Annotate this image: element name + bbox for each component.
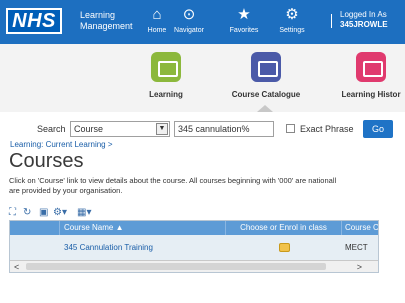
go-button[interactable]: Go [363,120,393,138]
export-icon[interactable]: ▣ [39,207,48,219]
nav-settings-label: Settings [279,27,305,34]
springboard-learning[interactable]: Learning [146,52,186,99]
nav-favorites-button[interactable]: ★ Favorites [218,4,270,42]
star-icon: ★ [237,6,251,23]
refresh-icon[interactable]: ↻ [23,207,31,219]
exact-phrase-label: Exact Phrase [300,124,354,134]
search-input[interactable] [174,121,274,137]
selected-caret-icon [257,105,273,112]
enrol-icon[interactable] [278,243,290,253]
page: NHS Learning Management ⌂ Home ⊙ Navigat… [0,0,405,303]
nav-navigator-label: Navigator [174,27,204,34]
header-divider [331,14,332,28]
logged-in-label: Logged In As [340,10,387,19]
exact-phrase-checkbox[interactable] [286,124,295,133]
learning-history-icon [356,52,386,82]
course-catalogue-icon [251,52,281,82]
course-name-cell: 345 Cannulation Training [60,235,226,260]
row-select-cell[interactable] [10,235,60,260]
scroll-right-icon[interactable]: > [357,261,362,272]
springboard-course-catalogue[interactable]: Course Catalogue [226,52,306,99]
course-name-link[interactable]: 345 Cannulation Training [64,243,153,252]
search-type-select[interactable]: Course ▼ [70,121,170,137]
logged-in-user: 345JROWLE [340,20,388,29]
course-code-cell: MECT [345,243,368,252]
nhs-logo[interactable]: NHS [6,8,62,34]
learning-icon [151,52,181,82]
settings-icon[interactable]: ⚙▾ [53,207,67,219]
scroll-thumb[interactable] [26,263,326,270]
scroll-left-icon[interactable]: < [14,261,19,272]
page-title: Courses [9,150,84,172]
navigator-icon: ⊙ [182,6,196,23]
enrol-cell [226,235,342,260]
column-header-enrol: Choose or Enrol in class [226,221,342,235]
nav-favorites-label: Favorites [229,27,259,34]
search-label: Search [37,124,66,134]
columns-icon[interactable]: ▦▾ [77,207,91,219]
springboard: Learning Course Catalogue Learning Histo… [0,44,405,112]
table-header: Course Name ▲ Choose or Enrol in class C… [10,221,378,235]
nav-navigator-button[interactable]: ⊙ Navigator [168,4,210,42]
table-toolbar: ⛶ ↻ ▣ ⚙▾ ▦▾ [9,206,149,220]
chevron-down-icon: ▼ [156,123,168,135]
courses-table: Course Name ▲ Choose or Enrol in class C… [9,220,379,273]
fullscreen-icon[interactable]: ⛶ [9,207,16,219]
gear-icon: ⚙ [285,6,299,23]
logged-in-info[interactable]: Logged In As 345JROWLE [340,10,388,30]
column-header-select [10,221,60,235]
nav-settings-button[interactable]: ⚙ Settings [271,4,313,42]
search-bar: Search Course ▼ Exact Phrase Go [0,120,405,140]
top-header: NHS Learning Management ⌂ Home ⊙ Navigat… [0,0,405,44]
breadcrumb[interactable]: Learning: Current Learning > [10,140,113,149]
column-header-course-name[interactable]: Course Name ▲ [60,221,226,235]
table-row: 345 Cannulation Training MECT [10,235,378,260]
column-header-course-code[interactable]: Course Cc [342,221,378,235]
horizontal-scrollbar[interactable]: < > [10,260,378,272]
page-description: Click on 'Course' link to view details a… [9,176,337,195]
app-title: Learning Management [80,10,133,31]
springboard-learning-history[interactable]: Learning Histor [331,52,405,99]
